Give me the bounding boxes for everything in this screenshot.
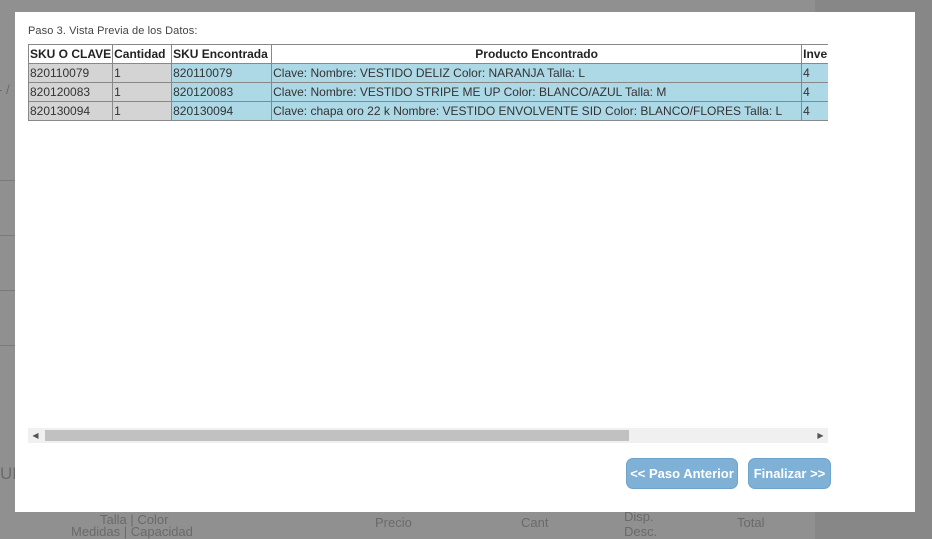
cell-quantity: 1 (112, 63, 173, 83)
cell-product-found: Clave: Nombre: VESTIDO STRIPE ME UP Colo… (271, 82, 803, 102)
cell-product-found: Clave: Nombre: VESTIDO DELIZ Color: NARA… (271, 63, 803, 83)
column-header-quantity: Cantidad (112, 44, 173, 64)
table-header-row: SKU O CLAVE Cantidad SKU Encontrada Prod… (28, 44, 828, 64)
scroll-right-icon[interactable]: ▶ (813, 428, 828, 443)
cell-sku-found: 820120083 (171, 82, 273, 102)
import-preview-dialog: Paso 3. Vista Previa de los Datos: SKU O… (15, 12, 915, 512)
background-divider (0, 235, 15, 236)
scroll-left-icon[interactable]: ◀ (28, 428, 43, 443)
cell-quantity: 1 (112, 82, 173, 102)
background-side-text: - / (0, 82, 10, 97)
cell-sku: 820110079 (28, 63, 114, 83)
background-divider (0, 290, 15, 291)
background-divider (0, 345, 15, 346)
cell-inventory: 4 (801, 63, 828, 83)
step-title: Paso 3. Vista Previa de los Datos: (28, 25, 198, 37)
background-divider (0, 180, 15, 181)
preview-table-scroll-area[interactable]: SKU O CLAVE Cantidad SKU Encontrada Prod… (28, 44, 828, 427)
column-header-inventory: Inventario (801, 44, 828, 64)
table-row: 820130094 1 820130094 Clave: chapa oro 2… (28, 101, 828, 121)
background-column-label: Desc. (624, 524, 658, 539)
scrollbar-thumb[interactable] (45, 430, 629, 441)
cell-product-found: Clave: chapa oro 22 k Nombre: VESTIDO EN… (271, 101, 803, 121)
cell-quantity: 1 (112, 101, 173, 121)
column-header-sku-found: SKU Encontrada (171, 44, 273, 64)
column-header-sku: SKU O CLAVE (28, 44, 114, 64)
previous-step-button[interactable]: << Paso Anterior (626, 458, 738, 489)
cell-inventory: 4 (801, 82, 828, 102)
cell-sku: 820120083 (28, 82, 114, 102)
finish-button[interactable]: Finalizar >> (748, 458, 831, 489)
cell-sku-found: 820110079 (171, 63, 273, 83)
table-row: 820110079 1 820110079 Clave: Nombre: VES… (28, 63, 828, 83)
cell-sku-found: 820130094 (171, 101, 273, 121)
cell-inventory: 4 (801, 101, 828, 121)
horizontal-scrollbar[interactable]: ◀ ▶ (28, 428, 828, 443)
column-header-product-found: Producto Encontrado (271, 44, 803, 64)
background-column-label: Medidas | Capacidad (71, 524, 193, 539)
background-column-label: Cant (521, 515, 549, 530)
preview-table: SKU O CLAVE Cantidad SKU Encontrada Prod… (28, 44, 828, 121)
background-column-label: Total (737, 515, 765, 530)
cell-sku: 820130094 (28, 101, 114, 121)
table-row: 820120083 1 820120083 Clave: Nombre: VES… (28, 82, 828, 102)
background-column-label: Precio (375, 515, 412, 530)
